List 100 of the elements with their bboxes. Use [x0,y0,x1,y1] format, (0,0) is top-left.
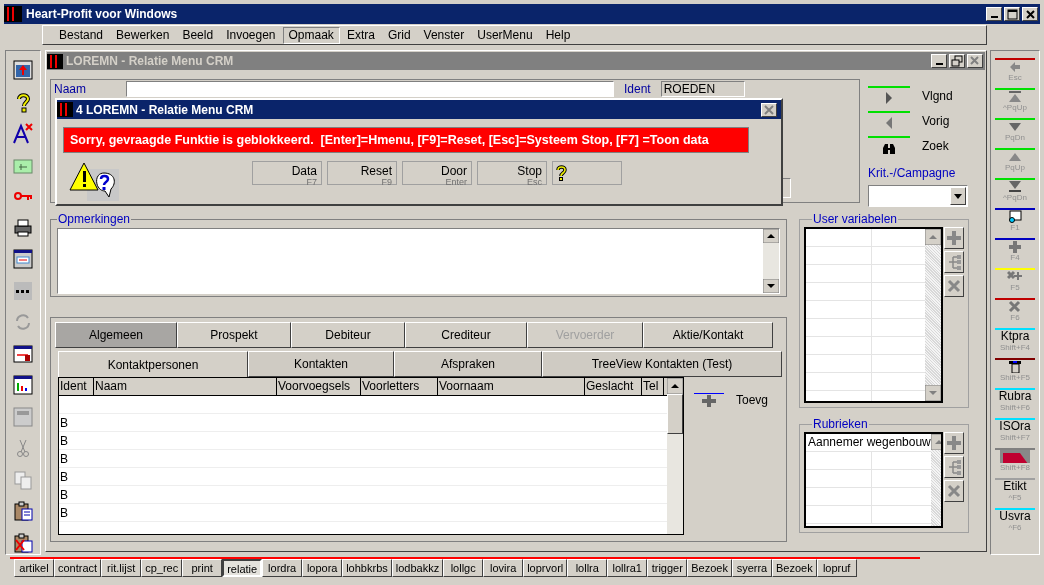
tree-button[interactable] [944,456,964,478]
menu-item[interactable]: Venster [417,26,471,44]
tree-button[interactable] [944,251,964,273]
plus-icon [702,395,716,407]
next-page-icon [1007,120,1023,133]
bottom-tab[interactable]: syerra [731,559,772,577]
bottom-tab[interactable]: lordra [262,559,303,577]
scrollbar[interactable] [667,378,683,534]
menu-item[interactable]: UserMenu [471,26,539,44]
bottom-tab[interactable]: lohbkrbs [342,559,392,577]
delete-button[interactable] [944,480,964,502]
field-label: Naam [54,81,87,98]
tab[interactable]: Prospekt [177,322,291,348]
scrollbar[interactable] [763,229,779,293]
column-header[interactable]: Naam [94,378,277,395]
close-button[interactable] [1022,7,1038,21]
column-header[interactable]: Voornaam [438,378,585,395]
bottom-tab[interactable]: lopruf [816,559,857,577]
delete-button[interactable] [944,275,964,297]
toolbar-button[interactable]: Ktpra Shift+F4 [995,328,1035,354]
menu-item[interactable]: Extra [340,26,381,44]
add-button[interactable] [944,432,964,454]
field-label: Ident [624,81,651,98]
bottom-tab[interactable]: lopora [302,559,343,577]
list-field[interactable] [804,227,943,403]
add-icon [1007,240,1023,253]
bottom-tab[interactable]: cp_rec [141,559,183,577]
minimize-button[interactable] [986,7,1002,21]
column-header[interactable]: Voorvoegsels [277,378,361,395]
close-icon [968,55,982,67]
nav-button[interactable]: Vlgnd [868,83,978,108]
list-item[interactable]: Aannemer wegenbouw [806,434,931,451]
spelling-button[interactable] [10,122,36,145]
bottom-tab[interactable]: Bezoek [687,559,732,577]
table-cell-text: B [59,469,69,485]
menu-item[interactable]: Help [539,26,577,44]
name-field[interactable] [126,81,614,97]
tab[interactable]: Algemeen [55,322,177,348]
tab[interactable]: Debiteur [291,322,405,348]
delete-icon [946,483,962,499]
column-header[interactable]: Voorletters [361,378,438,395]
dialog-button[interactable]: Stop Esc [477,161,547,185]
bottom-tab[interactable]: artikel [14,559,54,577]
toolbar-button[interactable]: Usvra ^F6 [995,508,1035,534]
subtab[interactable]: Afspraken [394,351,542,377]
chart-button[interactable] [10,374,36,397]
scroll-up-icon [925,229,941,245]
bottom-tab[interactable]: trigger [647,559,688,577]
exit-button[interactable] [10,59,36,82]
menu-item[interactable]: Bestand [53,26,110,44]
bottom-tab[interactable]: lollgc [443,559,484,577]
window-button[interactable] [10,248,36,271]
add-button[interactable]: Toevg [694,389,772,411]
bottom-tab[interactable]: lollra [567,559,608,577]
close-button[interactable] [761,102,777,117]
dialog-button[interactable]: Door Enter [402,161,472,185]
bottom-tab[interactable]: relatie [222,559,263,577]
campaign-dropdown[interactable] [868,185,968,207]
bottom-tab[interactable]: rit.lijst [101,559,142,577]
column-header[interactable]: Geslacht [585,378,642,395]
add-button[interactable] [944,227,964,249]
bottom-tab[interactable]: print [182,559,223,577]
help-icon [555,165,567,181]
close-button[interactable] [967,54,983,68]
menu-item[interactable]: Opmaak [282,26,340,44]
maximize-button[interactable] [1004,7,1020,21]
menu-item[interactable]: Invoegen [220,26,282,44]
dialog-button[interactable]: Reset F9 [327,161,397,185]
bottom-tab[interactable]: Bezoek [771,559,817,577]
tab[interactable]: Aktie/Kontakt [643,322,773,348]
bottom-tab[interactable]: contract [54,559,102,577]
dialog-button[interactable]: Data F7 [252,161,322,185]
dots-icon [12,279,34,302]
bottom-tab[interactable]: loprvorl [523,559,568,577]
remarks-field[interactable] [57,228,780,294]
tab[interactable]: Crediteur [405,322,527,348]
column-header[interactable]: Tel [642,378,664,395]
bottom-tab[interactable]: lovira [483,559,524,577]
subtab[interactable]: Kontaktpersonen [58,351,248,378]
add-icon [946,435,962,451]
minimize-button[interactable] [931,54,947,68]
nav-button[interactable]: Vorig [868,108,978,133]
column-header[interactable]: Ident [59,378,94,395]
nav-button[interactable]: Zoek [868,133,978,158]
menu-item[interactable]: Bewerken [110,26,176,44]
scrollbar[interactable] [925,229,941,401]
menu-item[interactable]: Beeld [176,26,220,44]
list-field[interactable]: Aannemer wegenbouw [804,432,943,528]
toolbar-button[interactable]: Etikt ^F5 [995,478,1035,504]
bottom-tab[interactable]: lodbakkz [391,559,444,577]
toolbar-button[interactable]: Rubra Shift+F6 [995,388,1035,414]
ident-field: ROEDEN [660,81,745,97]
bottom-tab[interactable]: lollra1 [607,559,648,577]
restore-button[interactable] [949,54,965,68]
exit-icon [12,59,34,82]
subtab[interactable]: Kontakten [248,351,394,377]
toolbar-button[interactable]: ISOra Shift+F7 [995,418,1035,444]
form-button[interactable] [10,342,36,365]
subtab[interactable]: TreeView Kontakten (Test) [542,351,782,377]
menu-item[interactable]: Grid [381,26,417,44]
